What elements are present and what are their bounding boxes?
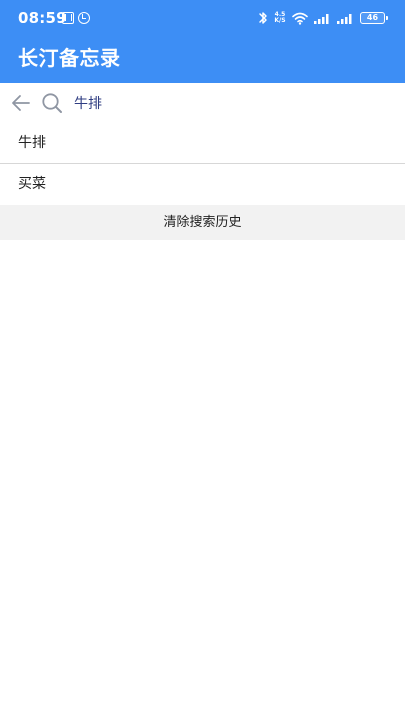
app-title: 长汀备忘录 — [18, 46, 121, 70]
history-item[interactable]: 买菜 — [0, 164, 405, 205]
status-right-icons: 4.5 K/S 46 — [258, 10, 388, 26]
search-history-list: 牛排 买菜 — [0, 123, 405, 205]
bluetooth-icon — [258, 11, 268, 25]
notification-icons — [62, 12, 90, 24]
history-item-label: 牛排 — [18, 135, 46, 151]
clear-search-history-button[interactable]: 清除搜索历史 — [0, 205, 405, 240]
search-icon[interactable] — [40, 91, 64, 115]
battery-icon: 46 — [360, 12, 388, 24]
search-input[interactable] — [74, 91, 384, 115]
status-time: 08:59 — [18, 9, 67, 27]
wifi-icon — [292, 12, 308, 25]
arrow-left-icon[interactable] — [10, 92, 32, 114]
status-bar: 08:59 4.5 K/S 46 — [0, 0, 405, 36]
signal-bars-icon-2 — [337, 12, 354, 24]
alarm-icon — [78, 12, 90, 24]
network-speed: 4.5 K/S — [274, 12, 286, 24]
network-speed-unit: K/S — [274, 17, 286, 24]
nfc-icon — [62, 12, 74, 24]
search-bar — [0, 83, 405, 123]
history-item[interactable]: 牛排 — [0, 123, 405, 164]
app-header: 08:59 4.5 K/S 46 长汀备忘录 — [0, 0, 405, 83]
history-item-label: 买菜 — [18, 176, 46, 192]
signal-bars-icon — [314, 12, 331, 24]
